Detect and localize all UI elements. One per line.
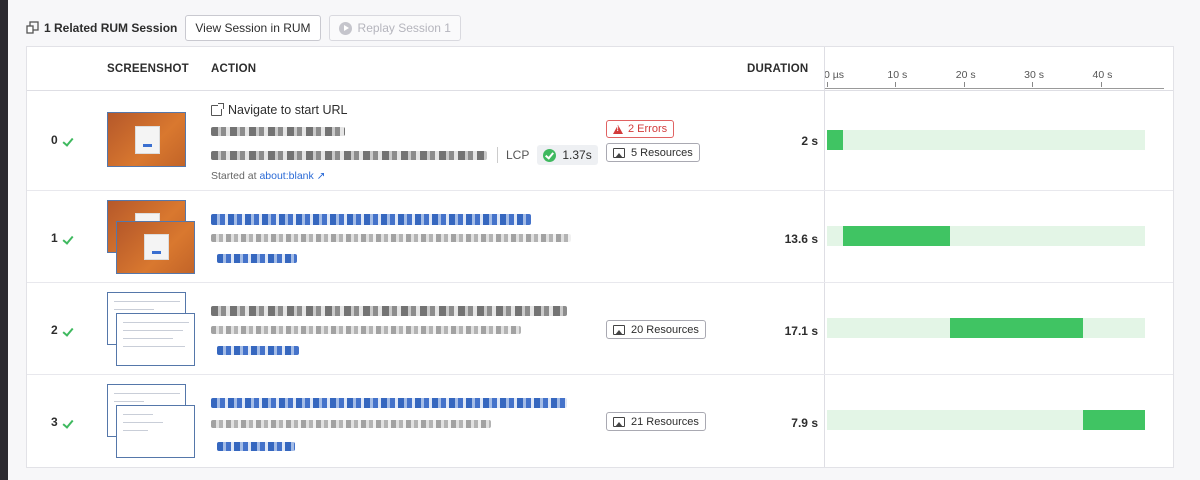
row-index-number: 0 <box>51 133 58 147</box>
check-icon <box>64 418 76 427</box>
redacted-action-link[interactable] <box>211 398 567 408</box>
table-row[interactable]: 2 20 Resources 17.1 s <box>27 283 1173 375</box>
resources-badge[interactable]: 20 Resources <box>606 320 706 339</box>
errors-badge-text: 2 Errors <box>628 123 668 135</box>
image-icon <box>613 324 625 335</box>
screenshot-thumbnail[interactable] <box>116 405 195 458</box>
table-row[interactable]: 1 13.6 s <box>27 191 1173 283</box>
session-header: 1 Related RUM Session View Session in RU… <box>26 14 469 42</box>
action-title: Navigate to start URL <box>211 102 348 117</box>
table-row[interactable]: 3 21 Resources 7.9 s <box>27 375 1173 467</box>
column-action: ACTION <box>211 63 257 75</box>
timeline-axis: 0 µs 10 s 20 s 30 s 40 s <box>824 47 1164 91</box>
axis-tick-mark <box>1032 82 1034 87</box>
redacted-expand-link[interactable] <box>217 254 297 263</box>
axis-tick-mark <box>963 82 965 87</box>
lcp-metric: LCP 1.37s <box>497 144 598 166</box>
redacted-text <box>211 234 571 242</box>
redacted-action-link[interactable] <box>211 214 531 225</box>
started-at: Started at about:blank ↗ <box>211 170 325 182</box>
redacted-expand-link[interactable] <box>217 346 299 355</box>
row-index: 3 <box>51 415 76 429</box>
play-icon <box>338 21 352 35</box>
axis-tick-mark <box>1100 82 1102 87</box>
timeline-track <box>827 318 1145 338</box>
image-icon <box>613 416 625 427</box>
axis-tick-label: 10 s <box>887 69 908 81</box>
image-icon <box>613 147 625 158</box>
duration-value: 7.9 s <box>791 416 818 430</box>
redacted-text <box>211 420 491 428</box>
actions-table: SCREENSHOT ACTION DURATION 0 µs 10 s 20 s 3… <box>26 46 1174 468</box>
axis-tick-label: 30 s <box>1024 69 1045 81</box>
started-link[interactable]: about:blank ↗ <box>259 170 325 182</box>
check-icon <box>64 326 76 335</box>
duration-value: 13.6 s <box>784 232 818 246</box>
resources-badge[interactable]: 21 Resources <box>606 412 706 431</box>
external-link-icon <box>211 102 224 116</box>
sessions-icon <box>26 21 40 35</box>
errors-badge[interactable]: 2 Errors <box>606 120 675 138</box>
separator <box>497 147 498 163</box>
timeline-bar[interactable] <box>827 130 843 150</box>
replay-session-label: Replay Session 1 <box>357 21 451 35</box>
started-prefix: Started at <box>211 170 257 182</box>
lcp-label: LCP <box>506 148 530 162</box>
column-screenshot: SCREENSHOT <box>107 63 189 75</box>
related-sessions-text: 1 Related RUM Session <box>44 21 178 35</box>
screenshot-thumbnail[interactable] <box>116 221 195 274</box>
resources-badge[interactable]: 5 Resources <box>606 143 700 162</box>
axis-tick-label: 20 s <box>955 69 976 81</box>
row-index: 0 <box>51 133 76 147</box>
app-left-edge <box>0 0 8 480</box>
timeline-bar[interactable] <box>950 318 1084 338</box>
redacted-text <box>211 151 487 160</box>
lcp-value-text: 1.37s <box>562 148 592 162</box>
action-label: Navigate to start URL <box>228 103 348 117</box>
screenshot-thumbnail[interactable] <box>116 313 195 366</box>
axis-tick-label: 0 µs <box>824 69 845 81</box>
duration-value: 17.1 s <box>784 324 818 338</box>
axis-line <box>824 88 1164 89</box>
table-header: SCREENSHOT ACTION DURATION 0 µs 10 s 20 s 3… <box>27 47 1173 91</box>
timeline-track <box>827 130 1145 150</box>
axis-tick-mark <box>895 82 897 87</box>
related-sessions-label: 1 Related RUM Session <box>26 21 177 35</box>
row-index-number: 3 <box>51 415 58 429</box>
warning-icon <box>613 124 623 134</box>
check-icon <box>64 136 76 145</box>
resources-badge-text: 5 Resources <box>631 146 693 159</box>
timeline-bar[interactable] <box>1083 410 1145 430</box>
replay-session-button[interactable]: Replay Session 1 <box>328 15 461 41</box>
redacted-expand-link[interactable] <box>217 442 295 451</box>
timeline-track <box>827 226 1145 246</box>
screenshot-thumbnail[interactable] <box>107 112 186 167</box>
column-duration: DURATION <box>747 63 809 75</box>
row-index: 1 <box>51 231 76 245</box>
check-circle-icon <box>543 148 557 162</box>
table-row[interactable]: 0 Navigate to start URL LCP 1.37s Starte… <box>27 91 1173 191</box>
resources-badge-text: 20 Resources <box>631 323 699 336</box>
timeline-bar[interactable] <box>842 226 951 246</box>
redacted-text <box>211 326 521 334</box>
resources-badge-text: 21 Resources <box>631 415 699 428</box>
redacted-url <box>211 127 345 136</box>
started-link-text: about:blank <box>259 170 314 182</box>
row-index-number: 2 <box>51 323 58 337</box>
duration-value: 2 s <box>801 134 818 148</box>
axis-tick-mark <box>827 82 828 87</box>
row-index-number: 1 <box>51 231 58 245</box>
lcp-value: 1.37s <box>537 145 598 165</box>
timeline-track <box>827 410 1145 430</box>
axis-tick-label: 40 s <box>1092 69 1113 81</box>
row-index: 2 <box>51 323 76 337</box>
redacted-action-link[interactable] <box>211 306 567 316</box>
check-icon <box>64 234 76 243</box>
view-session-button[interactable]: View Session in RUM <box>185 15 321 41</box>
